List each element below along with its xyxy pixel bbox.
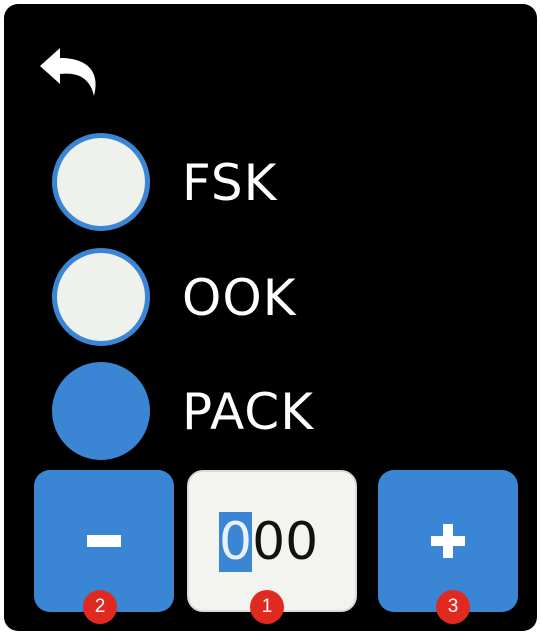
step-badge-value: 1 (250, 590, 284, 624)
minus-icon (87, 535, 121, 547)
back-arrow-icon (40, 48, 96, 96)
radio-label-pack: PACK (182, 383, 314, 441)
back-button[interactable] (38, 44, 110, 100)
radio-option-ook[interactable]: OOK (52, 248, 472, 352)
step-badge-decrement: 2 (83, 590, 117, 624)
radio-label-fsk: FSK (182, 154, 278, 212)
radio-button-ook[interactable] (52, 248, 150, 346)
value-text: 000 (219, 510, 318, 574)
radio-button-fsk[interactable] (52, 133, 150, 231)
plus-icon (431, 524, 465, 558)
radio-option-pack[interactable]: PACK (52, 362, 472, 466)
radio-label-ook: OOK (182, 269, 297, 327)
value-remaining-digits: 00 (252, 512, 319, 572)
radio-option-fsk[interactable]: FSK (52, 133, 472, 237)
device-screen: FSK OOK PACK r 000 2 1 3 (4, 4, 537, 631)
value-selected-digit: 0 (219, 512, 253, 572)
radio-button-pack[interactable] (52, 362, 150, 460)
step-badge-increment: 3 (436, 590, 470, 624)
